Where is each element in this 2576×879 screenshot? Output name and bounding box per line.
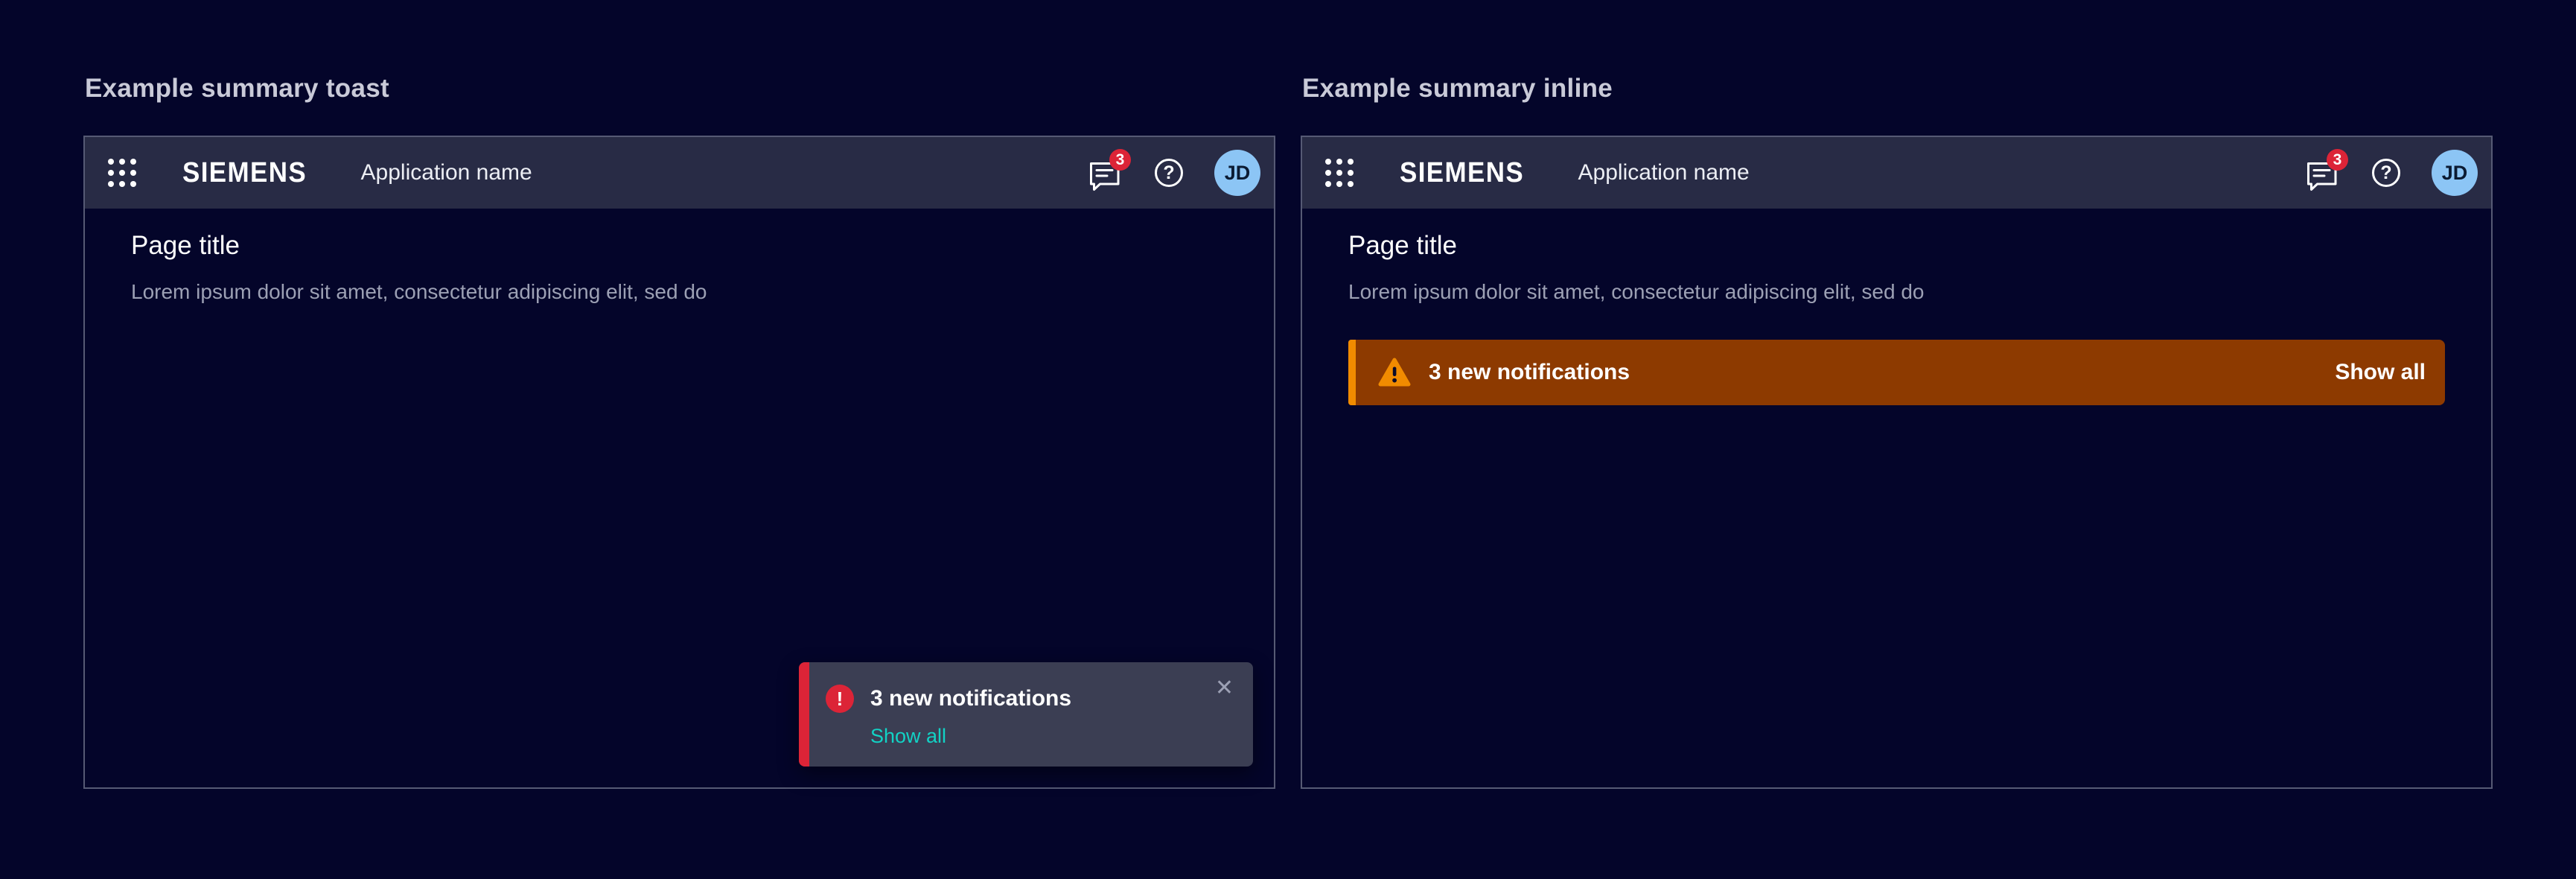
toast-title: 3 new notifications xyxy=(870,685,1071,713)
siemens-logo: SIEMENS xyxy=(1400,157,1524,189)
warning-accent-bar xyxy=(1348,340,1356,405)
header-actions: 3 ? JD xyxy=(1088,150,1260,196)
page-canvas: Example summary toast SIEMENS Applicatio… xyxy=(0,0,2576,879)
toast-alarm-accent xyxy=(799,662,809,767)
app-window-inline: SIEMENS Application name 3 ? JD xyxy=(1301,136,2493,789)
inline-show-all-button[interactable]: Show all xyxy=(2335,360,2426,385)
page-content: Page title Lorem ipsum dolor sit amet, c… xyxy=(1302,209,2491,405)
application-name: Application name xyxy=(361,160,532,185)
app-window-toast: SIEMENS Application name 3 ? JD xyxy=(83,136,1275,789)
section-heading-inline: Example summary inline xyxy=(1302,74,2493,104)
app-launcher-icon[interactable] xyxy=(108,159,136,187)
page-title: Page title xyxy=(1348,231,2445,261)
notification-badge: 3 xyxy=(1109,149,1131,171)
siemens-logo: SIEMENS xyxy=(182,157,307,189)
page-content: Page title Lorem ipsum dolor sit amet, c… xyxy=(85,209,1274,304)
inline-notification-banner: 3 new notifications Show all xyxy=(1348,340,2445,405)
avatar[interactable]: JD xyxy=(2432,150,2478,196)
avatar[interactable]: JD xyxy=(1214,150,1260,196)
close-icon[interactable]: ✕ xyxy=(1215,677,1234,699)
question-icon: ? xyxy=(2380,162,2391,184)
warning-triangle-icon xyxy=(1378,358,1411,387)
toast-notification: ! 3 new notifications Show all ✕ xyxy=(799,662,1253,767)
notifications-button[interactable]: 3 xyxy=(2305,153,2341,192)
application-name: Application name xyxy=(1578,160,1750,185)
help-button[interactable]: ? xyxy=(2372,159,2400,187)
example-inline-section: Example summary inline SIEMENS Applicati… xyxy=(1301,74,2493,789)
page-subtitle: Lorem ipsum dolor sit amet, consectetur … xyxy=(131,280,1228,304)
question-icon: ? xyxy=(1163,162,1174,184)
toast-show-all-link[interactable]: Show all xyxy=(870,725,1071,748)
example-toast-section: Example summary toast SIEMENS Applicatio… xyxy=(83,74,1275,789)
app-header: SIEMENS Application name 3 ? JD xyxy=(1302,137,2491,209)
notifications-button[interactable]: 3 xyxy=(1088,153,1123,192)
alarm-circle-icon: ! xyxy=(826,685,854,713)
notification-badge: 3 xyxy=(2327,149,2348,171)
toast-text: 3 new notifications Show all xyxy=(870,685,1071,748)
app-header: SIEMENS Application name 3 ? JD xyxy=(85,137,1274,209)
section-heading-toast: Example summary toast xyxy=(85,74,1275,104)
page-title: Page title xyxy=(131,231,1228,261)
header-actions: 3 ? JD xyxy=(2305,150,2478,196)
toast-body: ! 3 new notifications Show all xyxy=(799,662,1253,748)
inline-alert-title: 3 new notifications xyxy=(1429,360,1630,385)
help-button[interactable]: ? xyxy=(1155,159,1183,187)
app-launcher-icon[interactable] xyxy=(1325,159,1354,187)
page-subtitle: Lorem ipsum dolor sit amet, consectetur … xyxy=(1348,280,2445,304)
